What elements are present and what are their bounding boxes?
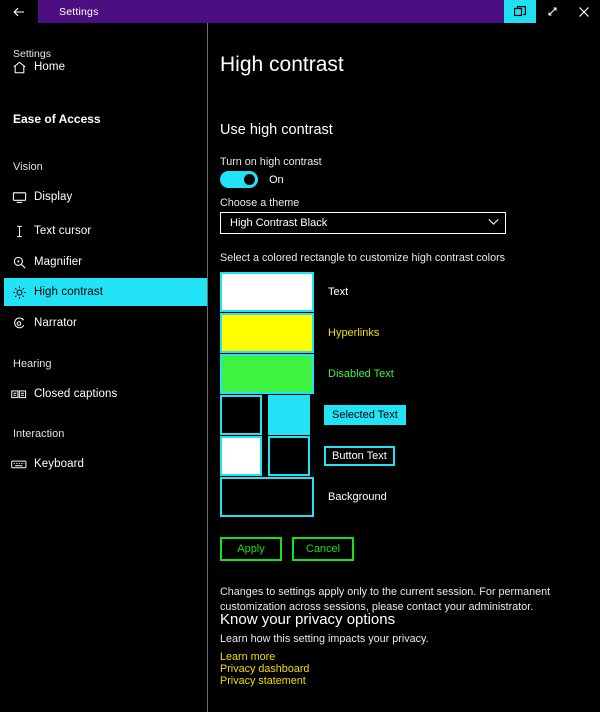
swatch-row-selected-text: Selected Text — [220, 395, 406, 435]
sidebar-item-narrator[interactable]: Narrator — [4, 309, 207, 337]
sidebar-item-home[interactable]: Home — [4, 53, 207, 81]
sidebar-item-label: High contrast — [34, 286, 104, 298]
sidebar-item-magnifier[interactable]: Magnifier — [4, 248, 207, 276]
link-privacy-dashboard[interactable]: Privacy dashboard — [220, 663, 309, 675]
swatch-row-background: Background — [220, 477, 387, 517]
sidebar-item-label: Keyboard — [34, 458, 85, 470]
color-swatch[interactable] — [220, 354, 314, 394]
sidebar-group-interaction: Interaction — [13, 428, 65, 440]
toggle-state-label: On — [269, 173, 284, 186]
swatch-row-button-text: Button Text — [220, 436, 395, 476]
home-icon — [4, 60, 34, 75]
link-learn-more[interactable]: Learn more — [220, 651, 275, 663]
chevron-down-icon — [488, 218, 499, 229]
swatch-row-hyperlinks: Hyperlinks — [220, 313, 379, 353]
main-content: High contrast Use high contrast Turn on … — [208, 23, 600, 712]
theme-select-value: High Contrast Black — [230, 217, 328, 229]
sidebar-item-label: Display — [34, 191, 73, 203]
swatch-caption: Disabled Text — [328, 368, 394, 380]
privacy-note: Learn how this setting impacts your priv… — [220, 633, 429, 645]
cancel-button[interactable]: Cancel — [292, 537, 354, 561]
sidebar-item-label: Magnifier — [34, 256, 83, 268]
swatch-row-disabled-text: Disabled Text — [220, 354, 394, 394]
swatch-row-text: Text — [220, 272, 348, 312]
title-bar: Settings — [0, 0, 600, 23]
color-swatch[interactable] — [220, 436, 262, 476]
narrator-icon — [4, 316, 34, 331]
sidebar-item-display[interactable]: Display — [4, 183, 207, 211]
apply-button[interactable]: Apply — [220, 537, 282, 561]
sidebar-item-text-cursor[interactable]: Text cursor — [4, 217, 207, 245]
sidebar-group-vision: Vision — [13, 161, 43, 173]
toggle-label: Turn on high contrast — [220, 156, 322, 168]
swatch-caption: Text — [328, 286, 349, 298]
sidebar: Settings Home Ease of Access Vision Disp… — [0, 23, 207, 712]
closed-captions-icon — [4, 387, 34, 402]
sidebar-item-high-contrast[interactable]: High contrast — [4, 278, 207, 306]
theme-select[interactable]: High Contrast Black — [220, 212, 506, 234]
swatch-caption: Button Text — [324, 446, 395, 466]
sidebar-category-title: Ease of Access — [13, 112, 101, 126]
title-bar-drag-region[interactable]: Settings — [38, 0, 504, 23]
theme-label: Choose a theme — [220, 197, 300, 209]
restore-window-icon[interactable] — [504, 0, 536, 23]
swatch-instruction: Select a colored rectangle to customize … — [220, 252, 506, 264]
swatch-caption: Background — [328, 491, 387, 503]
section-title: Use high contrast — [220, 122, 333, 138]
action-buttons: Apply Cancel — [220, 537, 354, 561]
color-swatch[interactable] — [268, 395, 310, 435]
sidebar-item-label: Narrator — [34, 317, 77, 329]
page-title: High contrast — [220, 53, 344, 76]
swatch-caption: Hyperlinks — [328, 327, 380, 339]
sidebar-item-label: Text cursor — [34, 225, 92, 237]
sidebar-item-closed-captions[interactable]: Closed captions — [4, 380, 207, 408]
sidebar-group-hearing: Hearing — [13, 358, 52, 370]
link-privacy-statement[interactable]: Privacy statement — [220, 675, 306, 687]
sidebar-item-keyboard[interactable]: Keyboard — [4, 450, 207, 478]
close-icon[interactable] — [568, 0, 600, 23]
maximize-icon[interactable] — [536, 0, 568, 23]
text-cursor-icon — [4, 224, 34, 239]
monitor-icon — [4, 190, 34, 205]
sidebar-item-label: Closed captions — [34, 388, 118, 400]
toggle-knob — [244, 174, 255, 185]
back-arrow-icon[interactable] — [0, 0, 38, 23]
brightness-icon — [4, 285, 34, 300]
window-title: Settings — [59, 5, 99, 18]
high-contrast-toggle-row: On — [220, 171, 284, 188]
color-swatch[interactable] — [220, 272, 314, 312]
color-swatch[interactable] — [220, 477, 314, 517]
color-swatch[interactable] — [220, 313, 314, 353]
color-swatch[interactable] — [268, 436, 310, 476]
session-note: Changes to settings apply only to the cu… — [220, 586, 551, 613]
high-contrast-toggle[interactable] — [220, 171, 258, 188]
privacy-heading: Know your privacy options — [220, 611, 396, 628]
keyboard-icon — [4, 457, 34, 472]
sidebar-item-label: Home — [34, 61, 66, 73]
swatch-caption: Selected Text — [324, 405, 406, 425]
color-swatch[interactable] — [220, 395, 262, 435]
magnifier-icon — [4, 255, 34, 270]
